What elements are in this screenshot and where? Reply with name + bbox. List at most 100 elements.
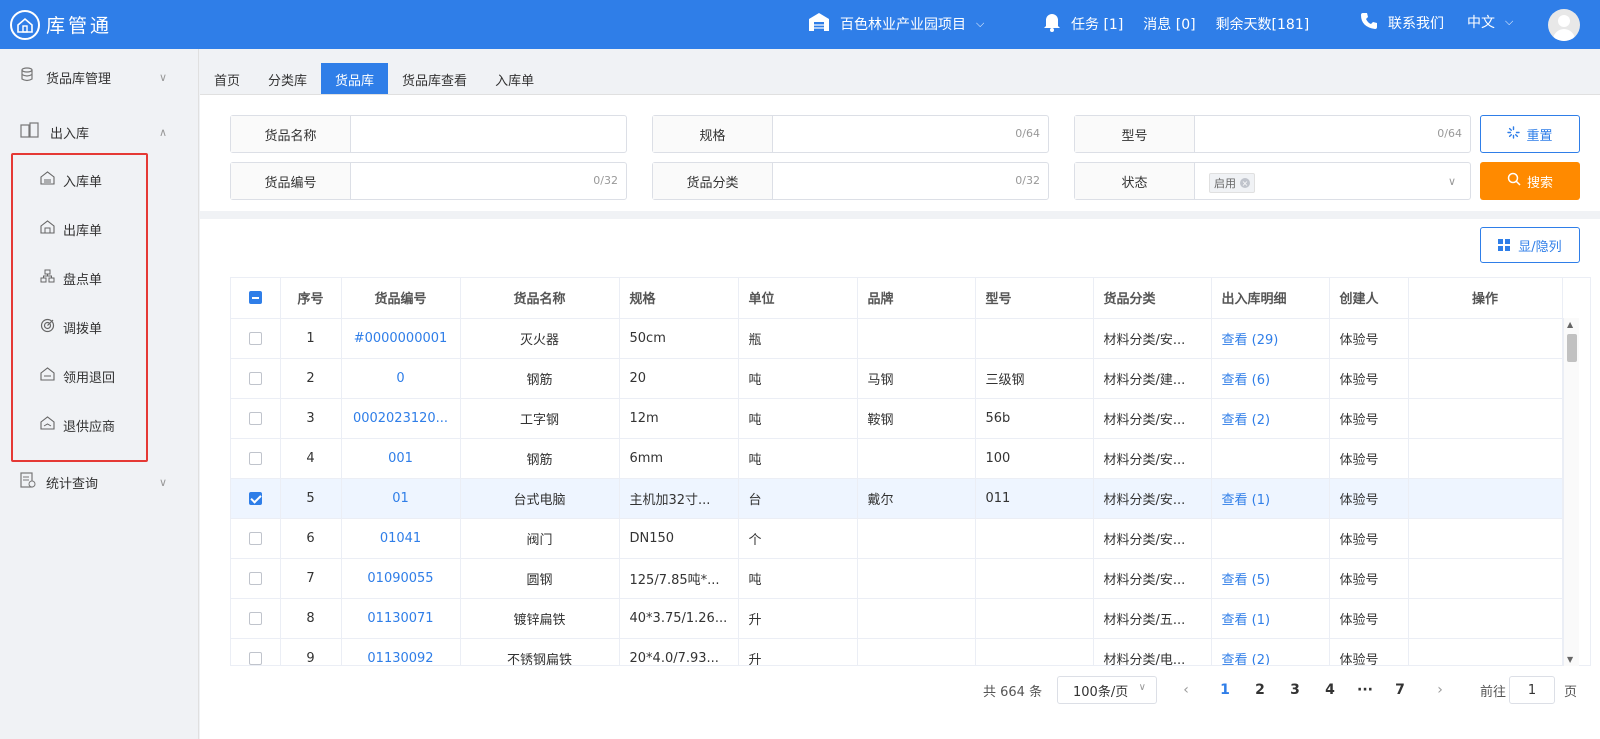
goods-code-link[interactable]: 01130071 <box>367 611 433 626</box>
table-cell: 4 <box>280 438 342 479</box>
prev-page-button[interactable]: ‹ <box>1174 676 1198 704</box>
tab-category-library[interactable]: 分类库 <box>254 63 321 95</box>
table-row[interactable]: 1 #0000000001 灭火器 50cm 瓶 材料分类/安... 查看 (29) 体验号 <box>231 318 1563 359</box>
page-button-2[interactable]: 2 <box>1248 676 1272 704</box>
table-cell: 6 <box>280 518 342 559</box>
goto-page-input[interactable]: 1 <box>1509 676 1555 704</box>
table-row[interactable]: 8 01130071 镀锌扁铁 40*3.75/1.26... 升 材料分类/五... 查看… <box>231 598 1563 639</box>
row-select-cell[interactable] <box>231 558 281 599</box>
tag-close-icon[interactable]: × <box>1240 178 1250 188</box>
view-details-link[interactable]: 查看 (2) <box>1222 653 1271 666</box>
goods-name-input[interactable] <box>351 116 626 152</box>
toggle-columns-button[interactable]: 显/隐列 <box>1480 227 1580 263</box>
language-selector[interactable]: 中文 ⌵ <box>1467 12 1513 32</box>
row-checkbox[interactable] <box>248 411 262 425</box>
table-cell: 台 <box>738 478 858 519</box>
page-size-label: 100条/页 <box>1073 684 1129 700</box>
scroll-up-icon[interactable]: ▲ <box>1567 320 1573 329</box>
chevron-up-icon: ∧ <box>158 125 167 139</box>
scroll-thumb[interactable] <box>1567 334 1577 362</box>
table-row[interactable]: 4 001 钢筋 6mm 吨 100 材料分类/安... 体验号 <box>231 438 1563 479</box>
messages-link[interactable]: 消息 [0] <box>1143 14 1195 34</box>
page-size-select[interactable]: 100条/页 ∨ <box>1057 676 1157 704</box>
page-button-7[interactable]: 7 <box>1388 676 1412 704</box>
table-cell: 吨 <box>738 438 858 479</box>
table-row[interactable]: 7 01090055 圆钢 125/7.85吨*... 吨 材料分类/安... 查看 (5)… <box>231 558 1563 599</box>
table-row[interactable]: 2 0 钢筋 20 吨马钢 三级钢 材料分类/建... 查看 (6) 体验号 <box>231 358 1563 399</box>
row-select-cell[interactable] <box>231 438 281 479</box>
table-row[interactable]: 6 01041 阀门 DN150 个 材料分类/安... 体验号 <box>231 518 1563 559</box>
contact-us[interactable]: 联系我们 <box>1360 12 1444 34</box>
row-checkbox[interactable] <box>248 651 262 665</box>
goods-code-link[interactable]: 01041 <box>380 531 421 546</box>
next-page-button[interactable]: › <box>1428 676 1452 704</box>
goods-code-link[interactable]: 0002023120... <box>353 411 448 426</box>
goods-category-input[interactable]: 0/32 <box>773 163 1048 199</box>
row-select-cell[interactable] <box>231 398 281 439</box>
goods-code-link[interactable]: 01 <box>392 491 409 506</box>
project-selector[interactable]: 百色林业产业园项目 ⌵ <box>808 12 984 36</box>
row-select-cell[interactable] <box>231 638 281 665</box>
goods-code-field: 货品编号 0/32 <box>230 162 627 200</box>
tab-home[interactable]: 首页 <box>200 63 254 95</box>
user-avatar[interactable] <box>1548 9 1580 41</box>
sidebar-group-label: 出入库 <box>50 126 90 142</box>
model-input[interactable]: 0/64 <box>1195 116 1470 152</box>
table-row[interactable]: 3 0002023120... 工字钢 12m 吨鞍钢 56b 材料分类/安... 查看 (2… <box>231 398 1563 439</box>
tab-goods-library[interactable]: 货品库 <box>321 63 389 95</box>
row-select-cell[interactable] <box>231 358 281 399</box>
row-checkbox[interactable] <box>248 531 262 545</box>
row-checkbox[interactable] <box>248 571 262 585</box>
search-icon <box>1507 172 1521 190</box>
search-button[interactable]: 搜索 <box>1480 162 1580 200</box>
view-details-link[interactable]: 查看 (29) <box>1222 333 1279 348</box>
goods-code-input[interactable]: 0/32 <box>351 163 626 199</box>
page-button-4[interactable]: 4 <box>1318 676 1342 704</box>
goods-code-link[interactable]: 01090055 <box>367 571 433 586</box>
sidebar-group-label: 统计查询 <box>46 476 99 492</box>
page-button-3[interactable]: 3 <box>1283 676 1307 704</box>
view-details-link[interactable]: 查看 (5) <box>1222 573 1271 588</box>
goods-code-link[interactable]: #0000000001 <box>354 331 448 346</box>
tab-inbound-order[interactable]: 入库单 <box>481 63 548 95</box>
row-select-cell[interactable] <box>231 318 281 359</box>
bell-icon[interactable] <box>1043 12 1061 36</box>
view-details-link[interactable]: 查看 (6) <box>1222 373 1271 388</box>
goods-code-link[interactable]: 01130092 <box>367 651 433 666</box>
page-button-1[interactable]: 1 <box>1213 676 1237 704</box>
reset-button[interactable]: 重置 <box>1480 115 1580 153</box>
app-title: 库管通 <box>46 15 113 37</box>
select-all-cell[interactable] <box>231 278 281 319</box>
row-select-cell[interactable] <box>231 518 281 559</box>
view-details-link[interactable]: 查看 (1) <box>1222 613 1271 628</box>
row-checkbox[interactable] <box>248 491 262 505</box>
sidebar-group-stats[interactable]: 统计查询 ∨ <box>0 462 199 502</box>
status-select[interactable]: 启用 × ∨ <box>1195 163 1470 199</box>
row-select-cell[interactable] <box>231 478 281 519</box>
table-row[interactable]: 9 01130092 不锈钢扁铁 20*4.0/7.93... 升 材料分类/电... 查看… <box>231 638 1563 666</box>
table-cell: 材料分类/安... <box>1093 558 1212 599</box>
row-checkbox[interactable] <box>248 331 262 345</box>
tab-goods-view[interactable]: 货品库查看 <box>388 63 481 95</box>
sidebar-group-goods[interactable]: 货品库管理 ∨ <box>0 57 199 97</box>
row-checkbox[interactable] <box>248 611 262 625</box>
table-cell <box>975 558 1094 599</box>
row-checkbox[interactable] <box>248 451 262 465</box>
spec-input[interactable]: 0/64 <box>773 116 1048 152</box>
row-select-cell[interactable] <box>231 598 281 639</box>
more-pages-button[interactable]: ··· <box>1353 676 1377 704</box>
goods-code-link[interactable]: 001 <box>388 451 413 466</box>
tasks-link[interactable]: 任务 [1] <box>1071 14 1123 34</box>
select-all-checkbox[interactable] <box>248 291 262 305</box>
goods-code-link[interactable]: 0 <box>396 371 404 386</box>
table-scrollbar[interactable]: ▲ ▼ <box>1563 318 1579 666</box>
row-checkbox[interactable] <box>248 371 262 385</box>
table-cell: 12m <box>619 398 739 439</box>
sidebar-group-inout[interactable]: 出入库 ∧ <box>0 112 199 152</box>
table-row[interactable]: 5 01 台式电脑 主机加32寸... 台戴尔 011 材料分类/安... 查看 (1) 体验号 <box>231 478 1563 519</box>
view-details-link[interactable]: 查看 (1) <box>1222 493 1271 508</box>
sidebar-group-label: 货品库管理 <box>46 71 112 87</box>
scroll-down-icon[interactable]: ▼ <box>1567 655 1573 664</box>
app-logo[interactable]: 库管通 <box>10 9 190 40</box>
view-details-link[interactable]: 查看 (2) <box>1222 413 1271 428</box>
